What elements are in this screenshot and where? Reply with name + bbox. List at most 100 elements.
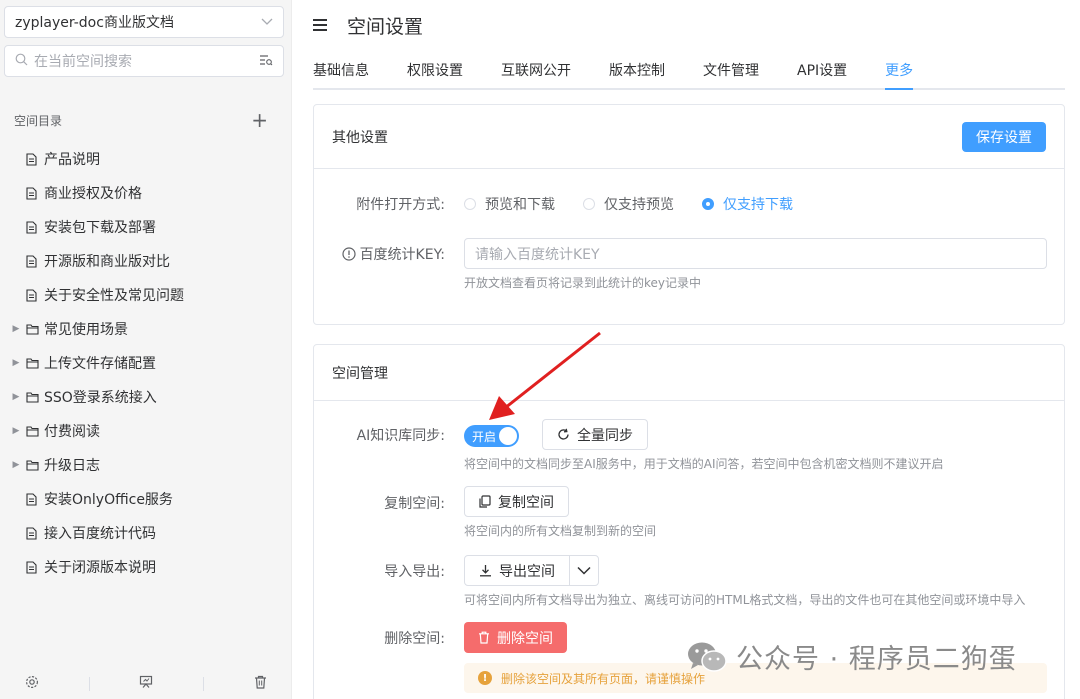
tab[interactable]: 基础信息 (313, 60, 388, 88)
expand-caret-icon[interactable]: ▶ (10, 460, 22, 470)
sidebar-item[interactable]: ▶安装OnlyOffice服务 (0, 482, 292, 516)
search-placeholder: 在当前空间搜索 (34, 54, 132, 70)
sidebar-item-label: 安装OnlyOffice服务 (44, 492, 173, 508)
tab[interactable]: 文件管理 (684, 60, 778, 88)
ai-sync-switch-text: 开启 (472, 429, 497, 444)
copy-icon (479, 495, 491, 508)
baidu-key-label-text: 百度统计KEY: (359, 247, 445, 263)
attach-mode-radio[interactable]: 仅支持预览 (583, 194, 674, 214)
trash-icon (478, 631, 490, 644)
copy-space-label: 复制空间: (384, 496, 445, 512)
expand-caret-icon[interactable]: ▶ (10, 358, 22, 368)
divider (203, 677, 205, 691)
sidebar-item-label: 安装包下载及部署 (44, 220, 156, 236)
watermark: 公众号 · 程序员二狗蛋 (686, 637, 1017, 676)
document-icon (26, 526, 40, 540)
divider (88, 677, 90, 691)
attach-mode-radio[interactable]: 预览和下载 (464, 194, 555, 214)
presentation-icon[interactable] (139, 675, 153, 693)
settings-icon[interactable] (25, 675, 39, 693)
radio-label: 预览和下载 (485, 197, 555, 213)
sidebar: zyplayer-doc商业版文档 在当前空间搜索 空间目录 + ▶产品说明▶商… (0, 0, 292, 699)
other-settings-title: 其他设置 (332, 129, 388, 146)
sidebar-item[interactable]: ▶ 升级日志 (0, 448, 292, 482)
expand-caret-icon[interactable]: ▶ (10, 426, 22, 436)
sidebar-item-label: 升级日志 (44, 458, 100, 474)
document-icon (26, 220, 40, 234)
radio-label: 仅支持下载 (723, 197, 793, 213)
space-management-header: 空间管理 (314, 345, 1064, 401)
tab[interactable]: 权限设置 (388, 60, 482, 88)
attach-mode-label: 附件打开方式: (356, 197, 445, 213)
delete-space-label: 删除空间: (384, 631, 445, 647)
sidebar-item[interactable]: ▶ SSO登录系统接入 (0, 380, 292, 414)
wechat-icon (688, 642, 727, 672)
expand-caret-icon[interactable]: ▶ (10, 392, 22, 402)
folder-icon (26, 425, 40, 437)
ai-sync-label: AI知识库同步: (356, 428, 445, 444)
sidebar-item[interactable]: ▶开源版和商业版对比 (0, 244, 292, 278)
delete-space-btn-label: 删除空间 (497, 630, 553, 647)
space-management-title: 空间管理 (332, 365, 388, 382)
chevron-down-icon (261, 15, 273, 29)
watermark-text: 公众号 · 程序员二狗蛋 (736, 644, 1017, 675)
copy-space-btn-label: 复制空间 (498, 494, 554, 511)
expand-caret-icon[interactable]: ▶ (10, 324, 22, 334)
info-icon (341, 247, 356, 261)
folder-icon (26, 323, 40, 335)
sidebar-item[interactable]: ▶ 付费阅读 (0, 414, 292, 448)
sidebar-item[interactable]: ▶ 上传文件存储配置 (0, 346, 292, 380)
page-title: 空间设置 (347, 15, 424, 38)
menu-icon[interactable] (313, 19, 327, 31)
tab[interactable]: 版本控制 (590, 60, 684, 88)
sidebar-item-label: SSO登录系统接入 (44, 390, 157, 406)
radio-label: 仅支持预览 (604, 197, 674, 213)
directory-title: 空间目录 (14, 113, 63, 128)
import-export-label: 导入导出: (384, 564, 445, 580)
baidu-key-input[interactable]: 请输入百度统计KEY (464, 238, 1047, 269)
folder-icon (26, 459, 40, 471)
sidebar-item[interactable]: ▶商业授权及价格 (0, 176, 292, 210)
directory-header: 空间目录 + (0, 108, 292, 132)
attach-mode-radio[interactable]: 仅支持下载 (702, 194, 793, 214)
sidebar-item[interactable]: ▶关于安全性及常见问题 (0, 278, 292, 312)
sidebar-item-label: 付费阅读 (44, 424, 100, 440)
folder-icon (26, 391, 40, 403)
other-settings-header: 其他设置 保存设置 (314, 105, 1064, 169)
warning-icon: ! (478, 671, 492, 685)
sidebar-item[interactable]: ▶关于闭源版本说明 (0, 550, 292, 584)
sidebar-item[interactable]: ▶产品说明 (0, 142, 292, 176)
sidebar-item[interactable]: ▶接入百度统计代码 (0, 516, 292, 550)
sidebar-item[interactable]: ▶安装包下载及部署 (0, 210, 292, 244)
copy-space-button[interactable]: 复制空间 (464, 486, 569, 517)
main-content: 空间设置 基础信息 权限设置 互联网公开 版本控制 文件管理 API设置 更多 其他设置 保… (293, 0, 1080, 699)
sidebar-footer (0, 669, 292, 699)
delete-warning-text: 删除该空间及其所有页面，请谨慎操作 (501, 671, 706, 686)
search-input[interactable]: 在当前空间搜索 (4, 45, 284, 77)
tab[interactable]: 互联网公开 (482, 60, 590, 88)
sidebar-item-label: 接入百度统计代码 (44, 526, 156, 542)
sidebar-item-label: 商业授权及价格 (44, 186, 142, 202)
radio-dot (583, 198, 595, 210)
save-button[interactable]: 保存设置 (962, 121, 1046, 152)
document-icon (26, 288, 40, 302)
sidebar-item-label: 关于安全性及常见问题 (44, 288, 184, 304)
tab[interactable]: API设置 (778, 60, 866, 88)
sidebar-item-label: 开源版和商业版对比 (44, 254, 170, 270)
radio-dot (464, 198, 476, 210)
tab[interactable]: 更多 (866, 60, 932, 90)
space-select[interactable]: zyplayer-doc商业版文档 (4, 6, 284, 38)
page-tree: ▶产品说明▶商业授权及价格▶安装包下载及部署▶开源版和商业版对比▶关于安全性及常… (0, 142, 292, 584)
search-filter-icon[interactable] (259, 54, 273, 69)
trash-icon[interactable] (254, 675, 267, 693)
export-dropdown-toggle[interactable] (569, 556, 598, 585)
topbar: 空间设置 (313, 12, 423, 38)
export-space-button[interactable]: 导出空间 (465, 556, 569, 585)
add-page-icon[interactable]: + (251, 108, 268, 132)
folder-icon (26, 357, 40, 369)
delete-space-button[interactable]: 删除空间 (464, 622, 567, 653)
sidebar-item-label: 产品说明 (44, 152, 100, 168)
sidebar-item-label: 上传文件存储配置 (44, 356, 156, 372)
sidebar-item[interactable]: ▶ 常见使用场景 (0, 312, 292, 346)
annotation-arrow (489, 331, 601, 420)
